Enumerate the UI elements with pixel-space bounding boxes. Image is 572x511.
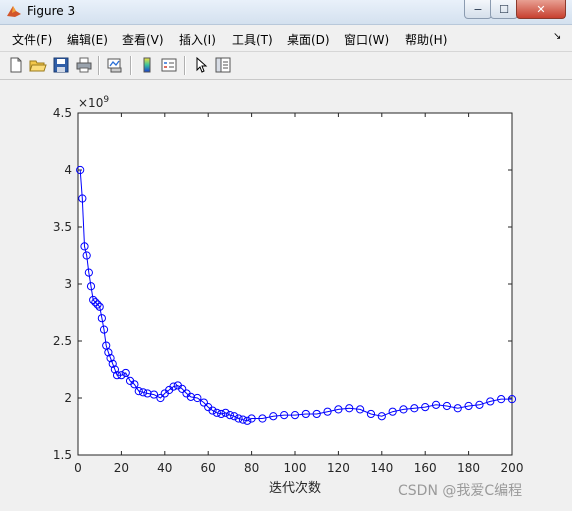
toolbar-separator <box>98 56 99 75</box>
x-tick-label: 100 <box>284 461 307 475</box>
colorbar-icon[interactable] <box>138 56 156 74</box>
menu-window[interactable]: 窗口(W) <box>344 31 389 48</box>
maximize-icon: ☐ <box>499 2 509 16</box>
x-tick-label: 160 <box>414 461 437 475</box>
x-tick-label: 60 <box>201 461 216 475</box>
menu-view[interactable]: 查看(V) <box>122 31 164 48</box>
x-tick-label: 180 <box>457 461 480 475</box>
close-button[interactable]: ✕ <box>516 0 566 19</box>
window-title: Figure 3 <box>27 4 76 18</box>
y-tick-label: 3 <box>64 277 72 291</box>
x-tick-label: 80 <box>244 461 259 475</box>
y-tick-label: 4 <box>64 163 72 177</box>
new-figure-icon[interactable] <box>7 56 25 74</box>
toolbar <box>0 51 572 80</box>
x-tick-label: 0 <box>74 461 82 475</box>
close-icon: ✕ <box>536 2 546 16</box>
y-tick-label: 4.5 <box>53 106 72 120</box>
watermark: CSDN @我爱C编程 <box>398 483 523 499</box>
x-tick-label: 20 <box>114 461 129 475</box>
y-tick-label: 2.5 <box>53 334 72 348</box>
x-axis-label: 迭代次数 <box>269 480 321 496</box>
x-tick-label: 200 <box>501 461 524 475</box>
matlab-logo-icon <box>7 6 21 17</box>
property-editor-icon[interactable] <box>214 56 232 74</box>
menu-bar: 文件(F) 编辑(E) 查看(V) 插入(I) 工具(T) 桌面(D) 窗口(W… <box>0 27 572 49</box>
y-exponent-label: ×109 <box>78 95 109 110</box>
legend-icon[interactable] <box>160 56 178 74</box>
save-icon[interactable] <box>52 56 70 74</box>
menu-file[interactable]: 文件(F) <box>12 31 52 48</box>
menu-overflow-icon[interactable]: ↘ <box>553 31 561 42</box>
link-plot-icon[interactable] <box>106 56 124 74</box>
toolbar-separator <box>184 56 185 75</box>
x-tick-label: 120 <box>327 461 350 475</box>
x-tick-label: 140 <box>370 461 393 475</box>
menu-help[interactable]: 帮助(H) <box>405 31 447 48</box>
plot-area <box>77 112 513 456</box>
pointer-icon[interactable] <box>192 56 210 74</box>
print-icon[interactable] <box>75 56 93 74</box>
open-file-icon[interactable] <box>29 56 47 74</box>
y-tick-label: 3.5 <box>53 220 72 234</box>
menu-edit[interactable]: 编辑(E) <box>67 31 108 48</box>
menu-insert[interactable]: 插入(I) <box>179 31 216 48</box>
y-tick-label: 2 <box>64 391 72 405</box>
title-bar: Figure 3 − ☐ ✕ <box>0 0 572 25</box>
menu-desktop[interactable]: 桌面(D) <box>287 31 330 48</box>
x-tick-label: 40 <box>157 461 172 475</box>
maximize-button[interactable]: ☐ <box>490 0 518 19</box>
menu-tools[interactable]: 工具(T) <box>232 31 273 48</box>
figure-canvas: 0 20 40 60 80 100 120 140 160 180 200 1.5 2 2.5 3 3.5 4 4… <box>0 80 572 507</box>
toolbar-separator <box>130 56 131 75</box>
y-tick-label: 1.5 <box>53 448 72 462</box>
line-chart[interactable]: 0 20 40 60 80 100 120 140 160 180 200 1.5 2 2.5 3 3.5 4 4… <box>0 80 572 507</box>
minimize-button[interactable]: − <box>464 0 492 19</box>
minimize-icon: − <box>473 2 483 16</box>
